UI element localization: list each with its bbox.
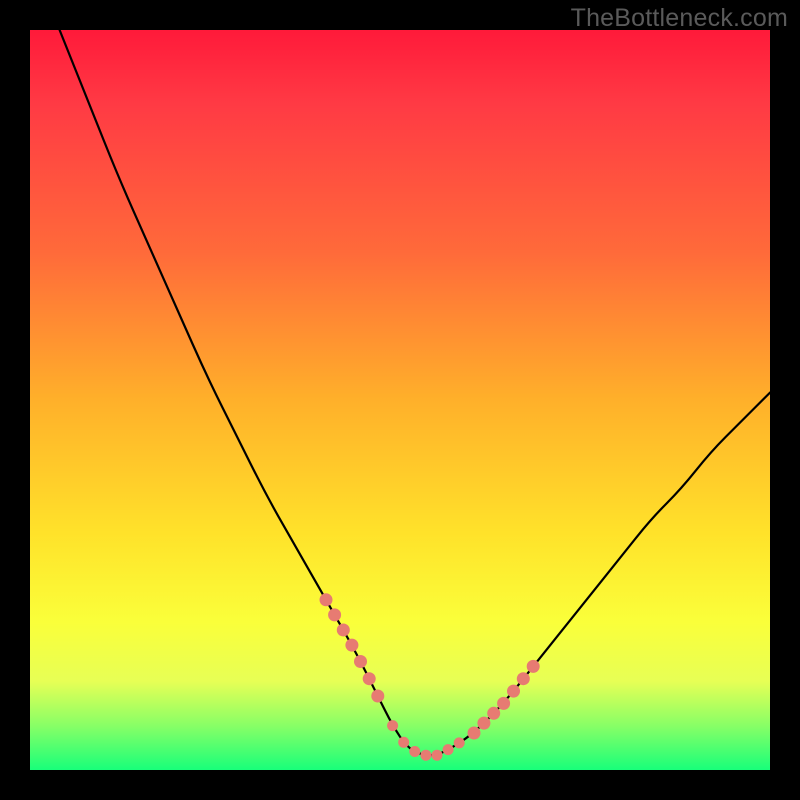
curve-dot [420, 750, 431, 761]
curve-dot [398, 737, 409, 748]
curve-dot [497, 697, 510, 710]
curve-dot [507, 685, 520, 698]
curve-dot [487, 707, 500, 720]
curve-dot [517, 672, 530, 685]
curve-dot [328, 608, 341, 621]
curve-dot [477, 717, 490, 730]
curve-dot [432, 750, 443, 761]
curve-layer [30, 30, 770, 770]
watermark-text: TheBottleneck.com [571, 4, 788, 33]
curve-dot [527, 660, 540, 673]
curve-dot [320, 593, 333, 606]
curve-dot [443, 744, 454, 755]
curve-dotted-overlay [320, 593, 540, 760]
curve-dot [345, 639, 358, 652]
curve-dot [354, 655, 367, 668]
curve-dot [409, 746, 420, 757]
curve-dot [454, 737, 465, 748]
curve-dot [387, 720, 398, 731]
curve-dot [468, 727, 481, 740]
curve-dot [337, 624, 350, 637]
plot-area [30, 30, 770, 770]
curve-dot [371, 690, 384, 703]
curve-dot [363, 672, 376, 685]
bottleneck-curve [60, 30, 770, 755]
chart-frame: TheBottleneck.com [0, 0, 800, 800]
